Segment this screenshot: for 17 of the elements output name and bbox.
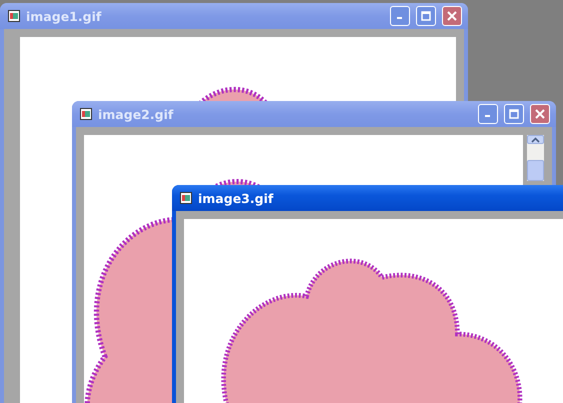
maximize-button[interactable] — [504, 104, 524, 124]
image-file-icon — [8, 10, 20, 22]
maximize-icon — [421, 11, 431, 21]
vertical-scrollbar[interactable] — [527, 135, 544, 181]
close-button[interactable] — [442, 6, 462, 26]
close-button[interactable] — [530, 104, 550, 124]
image-file-icon — [80, 108, 92, 120]
image-file-icon — [180, 192, 192, 204]
window-title: image1.gif — [26, 8, 102, 24]
close-icon — [447, 11, 457, 21]
minimize-button[interactable] — [390, 6, 410, 26]
window-title: image3.gif — [198, 190, 274, 206]
window-title: image2.gif — [98, 106, 174, 122]
maximize-icon — [509, 109, 519, 119]
close-icon — [535, 109, 545, 119]
maximize-button[interactable] — [416, 6, 436, 26]
minimize-button[interactable] — [478, 104, 498, 124]
